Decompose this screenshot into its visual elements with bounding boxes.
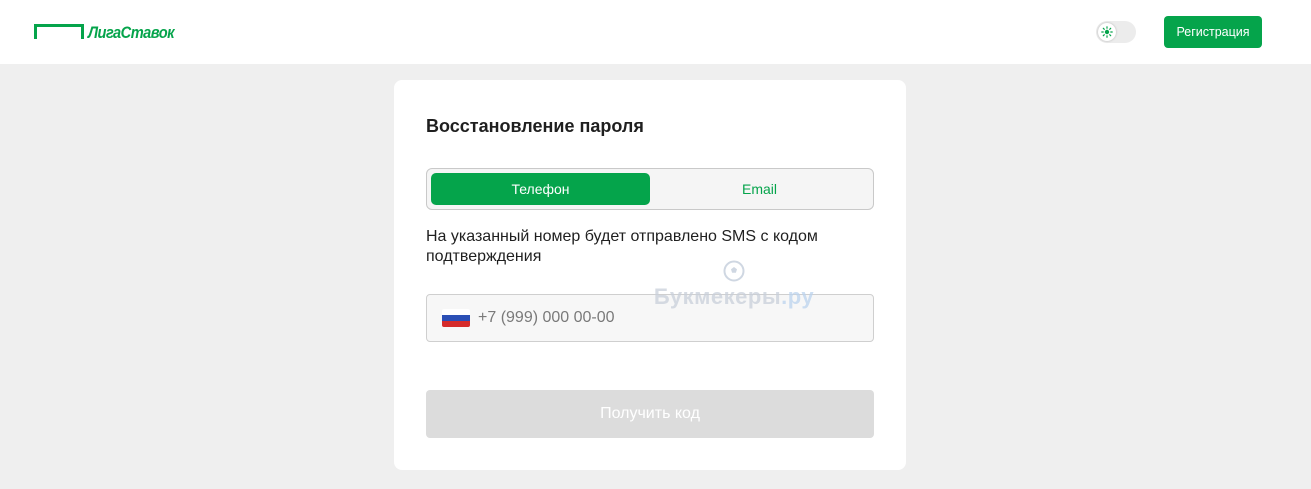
goal-logo-icon: [34, 24, 84, 40]
phone-input[interactable]: [478, 309, 838, 327]
password-recovery-card: Восстановление пароля Телефон Email На у…: [394, 80, 906, 470]
page-title: Восстановление пароля: [426, 116, 644, 136]
sun-icon: [1098, 23, 1116, 41]
get-code-button[interactable]: Получить код: [426, 390, 874, 438]
tab-phone[interactable]: Телефон: [431, 173, 650, 205]
phone-field[interactable]: [426, 294, 874, 342]
recovery-method-tabs: Телефон Email: [426, 168, 874, 210]
theme-toggle[interactable]: [1096, 21, 1136, 43]
logo-text: ЛигаСтавок: [88, 23, 175, 42]
liga-stavok-logo[interactable]: ЛигаСтавок: [34, 23, 188, 42]
sms-info-text: На указанный номер будет отправлено SMS …: [426, 228, 818, 265]
russia-flag-icon: [442, 309, 470, 327]
tab-email[interactable]: Email: [650, 173, 869, 205]
top-header: ЛигаСтавок Регистрация: [0, 0, 1311, 64]
register-button[interactable]: Регистрация: [1164, 16, 1262, 48]
